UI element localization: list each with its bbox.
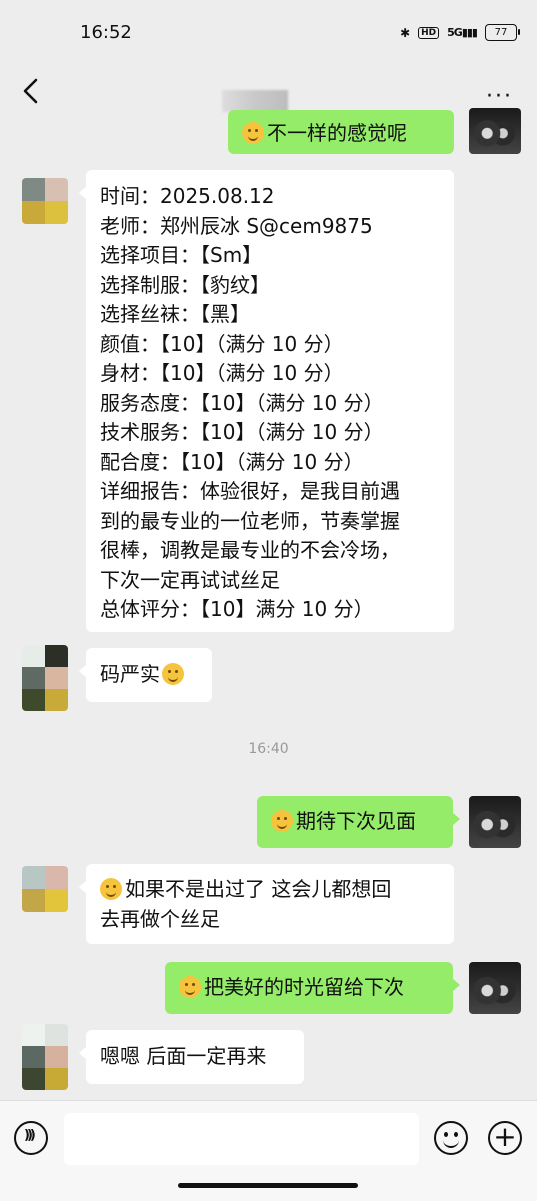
home-indicator[interactable]: [178, 1183, 358, 1188]
review-line-skill: 技术服务：【10】（满分 10 分）: [100, 420, 384, 444]
review-line-report-4: 下次一定再试试丝足: [100, 567, 280, 592]
message-bubble-other[interactable]: 嗯嗯 后面一定再来: [79, 1030, 304, 1084]
more-dots-icon[interactable]: ···: [486, 84, 513, 109]
review-line-report-3: 很棒，调教是最专业的不会冷场，: [100, 538, 400, 562]
message-text: 把美好的时光留给下次: [204, 975, 404, 999]
avatar-other[interactable]: [22, 645, 68, 711]
avatar-other[interactable]: [22, 866, 68, 912]
message-text: 嗯嗯 后面一定再来: [100, 1044, 267, 1068]
message-text: 码严实: [100, 662, 160, 686]
grinning-emoji: [100, 878, 122, 900]
message-bubble-self[interactable]: 不一样的感觉呢: [228, 110, 454, 154]
message-text: 不一样的感觉呢: [267, 121, 407, 145]
message-bubble-review[interactable]: 时间：2025.08.12 老师：郑州辰冰 S@cem9875 选择项目：【Sm…: [79, 170, 454, 632]
battery-icon: 77: [485, 24, 520, 41]
message-bubble-self[interactable]: 把美好的时光留给下次: [165, 962, 460, 1014]
avatar-other[interactable]: [22, 1024, 68, 1090]
chevron-left-icon[interactable]: [18, 76, 46, 106]
review-line-report-2: 到的最专业的一位老师，节奏掌握: [100, 508, 400, 533]
avatar-self[interactable]: [469, 796, 521, 848]
review-line-attitude: 服务态度：【10】（满分 10 分）: [100, 390, 384, 415]
chat-title-blurred: [222, 90, 288, 112]
thinking-emoji: [242, 122, 264, 144]
review-line-project: 选择项目：【Sm】: [100, 243, 263, 267]
status-icons: ✱ HD 5G▮▮▮ 77: [400, 24, 520, 41]
avatar-self[interactable]: [469, 108, 521, 154]
laughing-tears-emoji: [162, 663, 184, 685]
network-type: 5G: [447, 26, 463, 39]
message-bubble-self[interactable]: 期待下次见面: [257, 796, 460, 848]
review-line-stockings: 选择丝袜：【黑】: [100, 302, 250, 326]
review-line-cooperation: 配合度：【10】（满分 10 分）: [100, 449, 364, 474]
message-text: 期待下次见面: [296, 809, 416, 833]
review-line-uniform: 选择制服：【豹纹】: [100, 272, 270, 297]
review-line-figure: 身材：【10】（满分 10 分）: [100, 361, 344, 385]
avatar-self[interactable]: [469, 962, 521, 1014]
message-input[interactable]: [64, 1113, 419, 1165]
review-line-report-1: 详细报告：体验很好，是我目前遇: [100, 479, 400, 503]
status-bar: 16:52 ✱ HD 5G▮▮▮ 77: [0, 0, 537, 64]
thinking-emoji: [179, 976, 201, 998]
review-line-overall: 总体评分：【10】满分 10 分）: [100, 597, 374, 621]
review-line-looks: 颜值：【10】（满分 10 分）: [100, 331, 344, 356]
message-bubble-other[interactable]: 码严实: [79, 648, 212, 702]
hd-icon: HD: [418, 26, 440, 39]
review-line-date: 时间：2025.08.12: [100, 184, 275, 208]
message-timestamp: 16:40: [248, 741, 289, 757]
message-text-line-1: 如果不是出过了 这会儿都想回: [125, 877, 392, 901]
review-line-teacher: 老师：郑州辰冰 S@cem9875: [100, 213, 373, 238]
status-time: 16:52: [80, 22, 132, 43]
avatar-other[interactable]: [22, 178, 68, 224]
signal-icon: 5G▮▮▮: [447, 26, 478, 39]
voice-icon[interactable]: [14, 1121, 48, 1155]
smiling-emoji: [271, 810, 293, 832]
message-bubble-other[interactable]: 如果不是出过了 这会儿都想回 去再做个丝足: [79, 864, 454, 944]
message-text-line-2: 去再做个丝足: [100, 906, 220, 931]
plus-icon[interactable]: +: [488, 1121, 522, 1155]
emoji-icon[interactable]: [434, 1121, 468, 1155]
bluetooth-icon: ✱: [400, 25, 411, 40]
